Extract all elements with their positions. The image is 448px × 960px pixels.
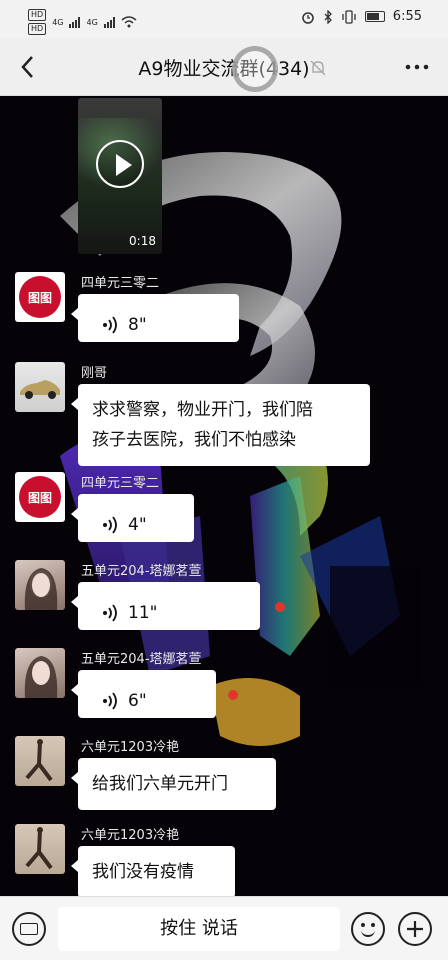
plus-icon[interactable] bbox=[398, 912, 432, 946]
message-line: 孩子去医院，我们不怕感染 bbox=[92, 430, 296, 450]
chat-title: A9物业交流群(434) bbox=[138, 58, 310, 80]
battery-icon bbox=[364, 11, 385, 22]
avatar[interactable] bbox=[15, 362, 65, 412]
voice-duration: 8" bbox=[128, 314, 147, 335]
status-right: 6:55 bbox=[301, 9, 422, 24]
vibrate-icon bbox=[342, 9, 356, 24]
message-line: 给我们六单元开门 bbox=[92, 774, 228, 794]
text-message-bubble[interactable]: 给我们六单元开门 bbox=[71, 758, 276, 810]
loading-spinner-icon bbox=[232, 46, 278, 92]
input-bar: 按住 说话 bbox=[0, 896, 448, 960]
avatar[interactable] bbox=[15, 648, 65, 698]
voice-icon bbox=[103, 603, 117, 622]
chat-area[interactable]: 0:18 图图 四单元三零二 8" 刚哥 求求警察，物业开门，我们陪 孩子去医院… bbox=[0, 96, 448, 896]
unread-dot bbox=[275, 602, 285, 612]
voice-duration: 11" bbox=[128, 602, 158, 623]
sender-name: 五单元204-塔娜茗萱 bbox=[81, 564, 202, 579]
portrait-avatar-image bbox=[24, 568, 58, 610]
avatar[interactable] bbox=[15, 824, 65, 874]
avatar[interactable] bbox=[15, 560, 65, 610]
more-button[interactable] bbox=[402, 54, 432, 80]
car-avatar-image bbox=[20, 380, 60, 399]
bluetooth-icon bbox=[324, 9, 332, 24]
avatar[interactable]: 图图 bbox=[15, 272, 65, 322]
sender-name: 五单元204-塔娜茗萱 bbox=[81, 652, 202, 667]
sender-name: 六单元1203冷艳 bbox=[81, 740, 180, 755]
hd-badges: HD HD bbox=[28, 9, 47, 35]
voice-message-bubble[interactable]: 6" bbox=[71, 670, 216, 718]
sender-name: 四单元三零二 bbox=[81, 476, 160, 491]
voice-message-bubble[interactable]: 8" bbox=[71, 294, 239, 342]
wifi-icon bbox=[121, 16, 137, 28]
voice-duration: 6" bbox=[128, 690, 147, 711]
sender-name: 刚哥 bbox=[81, 366, 108, 381]
dancer-avatar-image bbox=[25, 739, 53, 782]
dancer-avatar-image bbox=[25, 827, 53, 870]
voice-icon bbox=[103, 515, 117, 534]
portrait-avatar-image bbox=[24, 656, 58, 698]
status-bar: HD HD 4G 4G 6:55 bbox=[0, 0, 448, 38]
voice-message-bubble[interactable]: 4" bbox=[71, 494, 194, 542]
network-label: 4G bbox=[86, 17, 98, 27]
hd-badge: HD bbox=[28, 9, 47, 21]
text-message-bubble[interactable]: 求求警察，物业开门，我们陪 孩子去医院，我们不怕感染 bbox=[71, 384, 370, 466]
voice-icon bbox=[103, 315, 117, 334]
hd-badge: HD bbox=[28, 23, 47, 35]
alarm-icon bbox=[302, 11, 314, 24]
sender-name: 四单元三零二 bbox=[81, 276, 160, 291]
video-message[interactable]: 0:18 bbox=[78, 98, 162, 254]
keyboard-glyph bbox=[20, 923, 38, 935]
chevron-left-icon bbox=[21, 56, 33, 78]
avatar[interactable]: 图图 bbox=[15, 472, 65, 522]
network-label: 4G bbox=[52, 17, 64, 27]
status-left: HD HD 4G 4G bbox=[28, 9, 137, 35]
voice-icon bbox=[103, 691, 117, 710]
message-line: 求求警察，物业开门，我们陪 bbox=[92, 400, 313, 420]
status-time: 6:55 bbox=[392, 9, 422, 24]
sender-name: 六单元1203冷艳 bbox=[81, 828, 180, 843]
unread-dot bbox=[228, 690, 238, 700]
voice-duration: 4" bbox=[128, 514, 147, 535]
signal-icon bbox=[103, 16, 115, 28]
plus-glyph bbox=[407, 921, 423, 937]
hold-to-talk-button[interactable]: 按住 说话 bbox=[58, 907, 340, 951]
text-message-bubble[interactable]: 我们没有疫情 bbox=[71, 846, 235, 896]
avatar-badge: 图图 bbox=[19, 276, 61, 318]
more-dots-icon bbox=[405, 64, 429, 70]
play-icon[interactable] bbox=[96, 140, 144, 188]
emoji-icon[interactable] bbox=[351, 912, 385, 946]
title-bar: A9物业交流群(434) bbox=[0, 38, 448, 96]
signal-icon bbox=[69, 16, 81, 28]
video-duration: 0:18 bbox=[129, 234, 156, 248]
back-button[interactable] bbox=[12, 50, 46, 84]
avatar[interactable] bbox=[15, 736, 65, 786]
avatar-badge: 图图 bbox=[19, 476, 61, 518]
bell-off-icon bbox=[308, 58, 328, 78]
voice-message-bubble[interactable]: 11" bbox=[71, 582, 260, 630]
keyboard-icon[interactable] bbox=[12, 912, 46, 946]
message-line: 我们没有疫情 bbox=[92, 862, 194, 882]
